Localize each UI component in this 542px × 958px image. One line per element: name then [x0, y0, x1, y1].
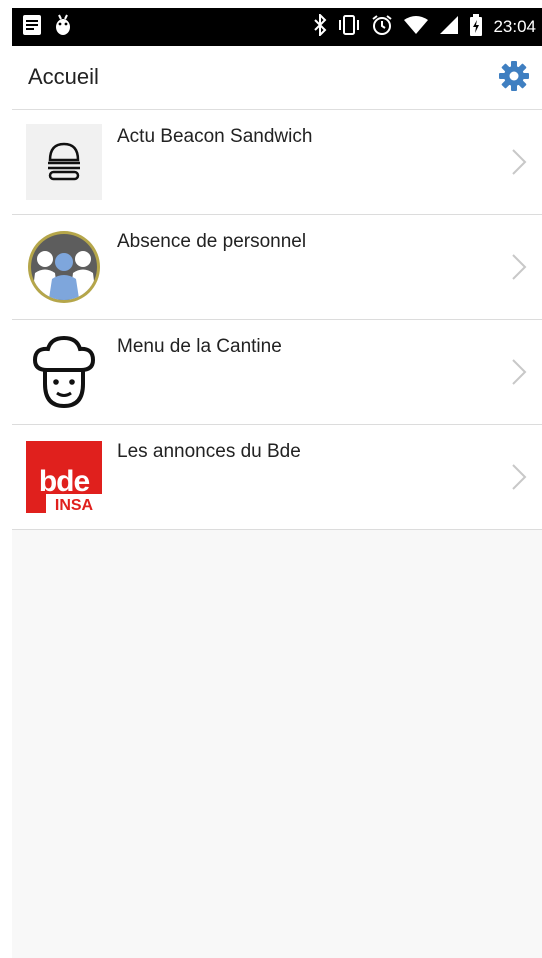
list-item-beacon-sandwich[interactable]: Actu Beacon Sandwich	[12, 110, 542, 215]
signal-icon	[439, 15, 459, 40]
notification-icon	[22, 14, 42, 41]
wifi-icon	[403, 15, 429, 40]
status-time: 23:04	[493, 17, 536, 36]
menu-list: Actu Beacon Sandwich Absence de personne…	[12, 110, 542, 530]
bde-insa-logo: bde INSA	[26, 439, 102, 515]
android-debug-icon	[54, 14, 72, 41]
chevron-right-icon	[510, 358, 528, 386]
list-item-label: Les annonces du Bde	[117, 441, 301, 462]
app-screen: 23:04 Accueil Actu Beacon Sandwich Absen…	[12, 8, 542, 958]
settings-button[interactable]	[496, 60, 532, 96]
staff-group-icon	[26, 229, 102, 305]
status-bar-right: 23:04	[313, 12, 536, 41]
battery-charging-icon	[469, 13, 483, 41]
bluetooth-icon	[313, 12, 327, 41]
chevron-right-icon	[510, 148, 528, 176]
page-title: Accueil	[28, 64, 99, 89]
list-item-label: Menu de la Cantine	[117, 336, 282, 357]
list-item-label: Absence de personnel	[117, 231, 307, 252]
burger-icon	[26, 124, 102, 200]
alarm-icon	[371, 14, 393, 41]
chevron-right-icon	[510, 253, 528, 281]
logo-text: bde	[39, 465, 90, 498]
logo-subtext: INSA	[55, 497, 94, 513]
list-item-absence-personnel[interactable]: Absence de personnel	[12, 215, 542, 320]
list-item-label: Actu Beacon Sandwich	[117, 126, 313, 147]
chef-icon	[26, 334, 102, 410]
vibrate-icon	[337, 14, 361, 40]
app-bar: Accueil	[12, 46, 542, 110]
list-item-menu-cantine[interactable]: Menu de la Cantine	[12, 320, 542, 425]
gear-icon	[498, 60, 530, 97]
chevron-right-icon	[510, 463, 528, 491]
status-bar-left	[22, 14, 72, 41]
list-item-annonces-bde[interactable]: bde INSA Les annonces du Bde	[12, 425, 542, 530]
status-bar: 23:04	[12, 8, 542, 46]
